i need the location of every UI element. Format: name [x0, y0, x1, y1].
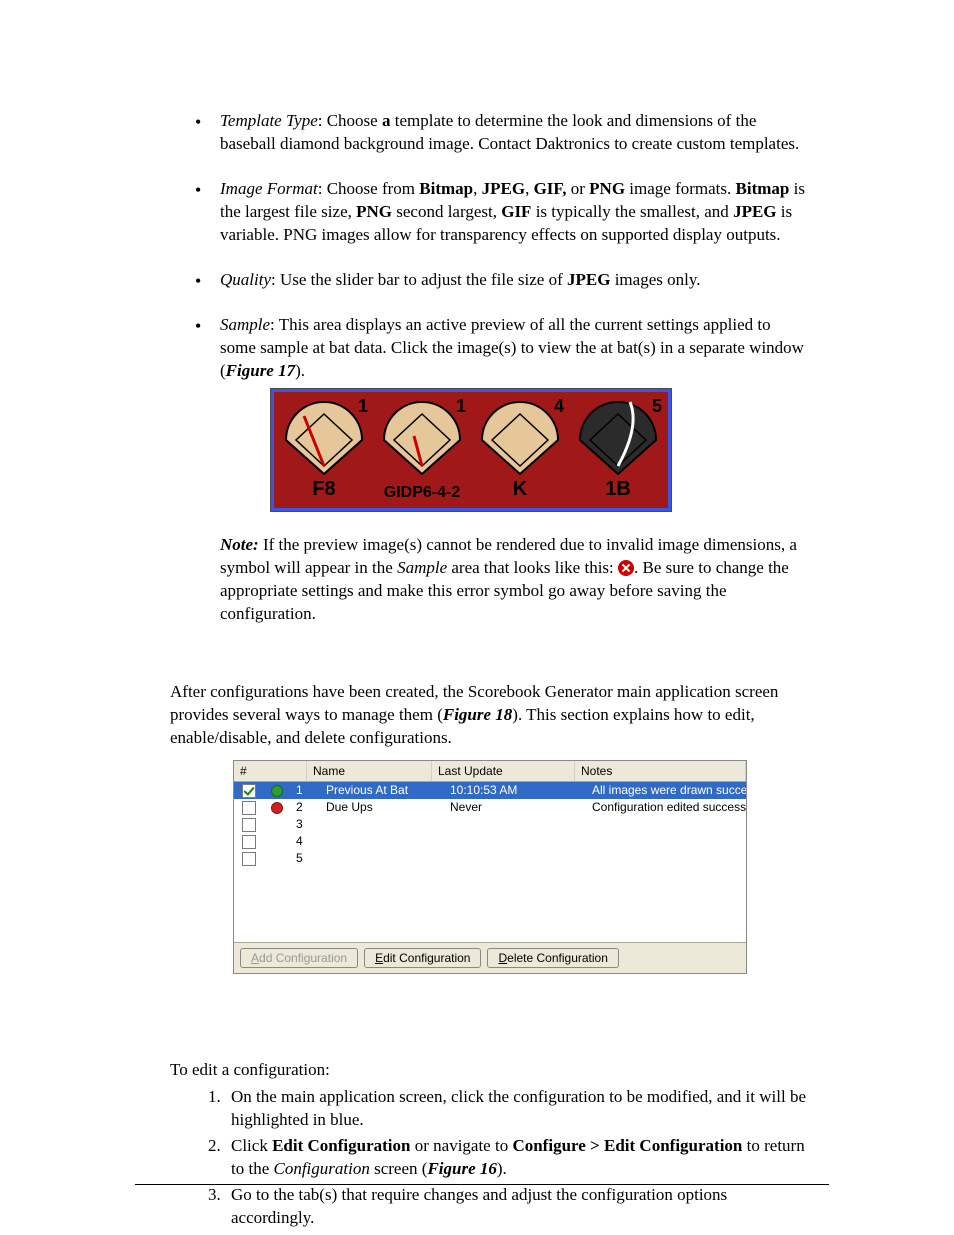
cell-label: GIDP6-4-2: [384, 482, 460, 504]
manage-configs-paragraph: After configurations have been created, …: [170, 681, 810, 750]
option-title: Quality: [220, 270, 271, 289]
cell-number: 5: [652, 394, 662, 418]
cell-notes: Configuration edited successfully.: [586, 799, 746, 815]
cell-number: 4: [554, 394, 564, 418]
cell-number: 3: [290, 816, 320, 832]
option-title: Template Type: [220, 111, 318, 130]
note-paragraph: Note: If the preview image(s) cannot be …: [220, 534, 810, 626]
bullet-sample: Sample: This area displays an active pre…: [170, 314, 810, 513]
edit-configuration-button[interactable]: Edit Configuration: [364, 948, 481, 968]
cell-number: 5: [290, 850, 320, 866]
cell-number: 4: [290, 833, 320, 849]
figure-sample-preview: 1F8 1GIDP6-4-2 4K 51B: [270, 388, 672, 512]
page-footer-rule: [135, 1184, 829, 1185]
step-3: Go to the tab(s) that require changes an…: [225, 1184, 810, 1230]
figure-config-list: # Name Last Update Notes 1Previous At Ba…: [233, 760, 747, 974]
row-checkbox[interactable]: [242, 852, 256, 866]
col-header-last-update[interactable]: Last Update: [432, 761, 575, 781]
step-2: Click Edit Configuration or navigate to …: [225, 1135, 810, 1181]
table-row[interactable]: 4: [234, 833, 746, 850]
status-led-icon: [271, 785, 283, 797]
cell-number: 2: [290, 799, 320, 815]
steps-heading: To edit a configuration:: [170, 1059, 810, 1082]
cell-name: Previous At Bat: [320, 782, 444, 798]
row-checkbox[interactable]: [242, 818, 256, 832]
col-header-number[interactable]: #: [234, 761, 307, 781]
row-checkbox[interactable]: [242, 801, 256, 815]
option-title: Sample: [220, 315, 270, 334]
preview-cell[interactable]: 4K: [472, 394, 568, 506]
table-row[interactable]: 3: [234, 816, 746, 833]
option-title: Image Format: [220, 179, 318, 198]
option-list: Template Type: Choose a template to dete…: [170, 110, 810, 512]
col-header-name[interactable]: Name: [307, 761, 432, 781]
row-checkbox[interactable]: [242, 784, 256, 798]
cell-label: K: [513, 476, 527, 503]
preview-cell[interactable]: 1 F8: [276, 394, 372, 506]
delete-configuration-button[interactable]: Delete Configuration: [487, 948, 618, 968]
bullet-template-type: Template Type: Choose a template to dete…: [170, 110, 810, 156]
cell-last-update: 10:10:53 AM: [444, 782, 586, 798]
col-header-notes[interactable]: Notes: [575, 761, 746, 781]
preview-cell[interactable]: 5 1B: [570, 394, 666, 506]
table-row[interactable]: 1Previous At Bat10:10:53 AMAll images we…: [234, 782, 746, 799]
cell-number: 1: [456, 394, 466, 418]
cell-last-update: Never: [444, 799, 586, 815]
step-1: On the main application screen, click th…: [225, 1086, 810, 1132]
cell-label: F8: [312, 476, 335, 503]
cell-number: 1: [290, 782, 320, 798]
row-checkbox[interactable]: [242, 835, 256, 849]
cell-label: 1B: [605, 476, 631, 503]
table-row[interactable]: 5: [234, 850, 746, 867]
status-led-icon: [271, 802, 283, 814]
cell-notes: All images were drawn successfully.: [586, 782, 746, 798]
add-configuration-button[interactable]: Add Configuration: [240, 948, 358, 968]
dialog-button-bar: Add Configuration Edit Configuration Del…: [234, 942, 746, 973]
bullet-image-format: Image Format: Choose from Bitmap, JPEG, …: [170, 178, 810, 247]
bullet-quality: Quality: Use the slider bar to adjust th…: [170, 269, 810, 292]
steps-list: On the main application screen, click th…: [170, 1086, 810, 1230]
table-body: 1Previous At Bat10:10:53 AMAll images we…: [234, 782, 746, 942]
cell-name: Due Ups: [320, 799, 444, 815]
cell-number: 1: [358, 394, 368, 418]
error-icon: [618, 560, 634, 576]
table-header-row: # Name Last Update Notes: [234, 761, 746, 782]
preview-cell[interactable]: 1 GIDP6-4-2: [374, 394, 470, 506]
table-row[interactable]: 2Due UpsNeverConfiguration edited succes…: [234, 799, 746, 816]
